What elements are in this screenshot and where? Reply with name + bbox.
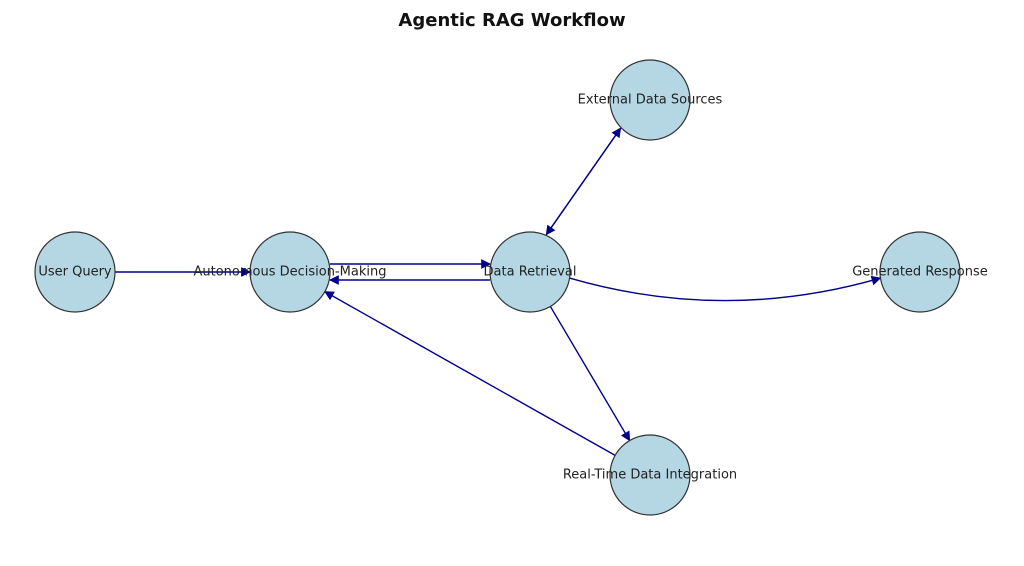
node-external-sources: External Data Sources: [578, 60, 723, 140]
node-label: User Query: [38, 265, 112, 280]
node-generated-response: Generated Response: [852, 232, 988, 312]
edge: [550, 306, 629, 440]
node-label: External Data Sources: [578, 93, 723, 108]
edge: [546, 128, 620, 234]
node-data-retrieval: Data Retrieval: [484, 232, 577, 312]
node-label: Data Retrieval: [484, 265, 577, 280]
diagram-canvas: Agentic RAG Workflow User QueryAutonomou…: [0, 0, 1024, 566]
node-real-time-integration: Real-Time Data Integration: [563, 435, 737, 515]
edge: [325, 292, 615, 456]
diagram-svg: User Query Autonomous Decision-Making Data…: [0, 0, 1024, 566]
node-label: Generated Response: [852, 265, 988, 280]
node-user-query: User Query: [35, 232, 115, 312]
node-label: Real-Time Data Integration: [563, 468, 737, 483]
node-label: Autonomous Decision-Making: [194, 265, 387, 280]
node-autonomous-decision: Autonomous Decision-Making: [194, 232, 387, 312]
edge: [570, 278, 881, 301]
